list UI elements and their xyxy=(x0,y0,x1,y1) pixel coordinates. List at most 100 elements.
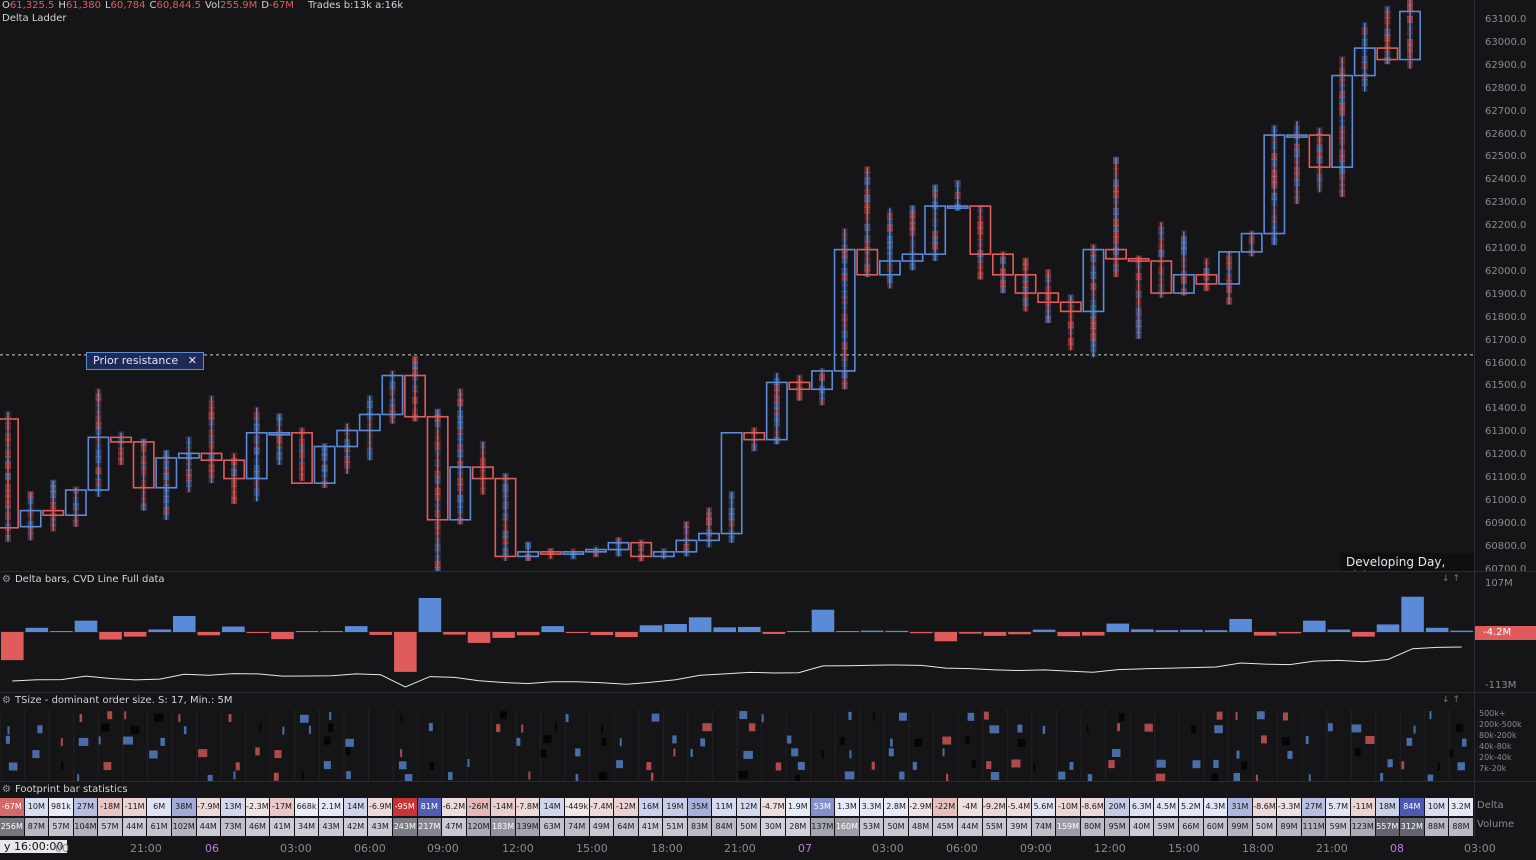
candle[interactable] xyxy=(630,538,653,562)
panel-collapse-icon[interactable]: ↓ ↑ xyxy=(1442,695,1460,705)
candle[interactable] xyxy=(698,507,720,548)
delta-bars-chart xyxy=(0,596,1474,688)
panel-collapse-icon[interactable]: ↓ ↑ xyxy=(1442,574,1460,584)
indicator-name[interactable]: Delta Ladder xyxy=(2,13,67,24)
candle[interactable] xyxy=(1285,120,1308,204)
delta-panel-title: Delta bars, CVD Line Full data xyxy=(14,574,165,585)
gear-icon[interactable]: ⚙ xyxy=(2,784,11,795)
candle[interactable] xyxy=(494,472,517,562)
delta-bar xyxy=(1376,624,1400,632)
delta-panel[interactable]: ⚙ Delta bars, CVD Line Full data ↓ ↑ xyxy=(0,572,1474,692)
candle[interactable] xyxy=(471,440,494,495)
candle[interactable] xyxy=(1195,257,1218,292)
candle[interactable] xyxy=(64,486,87,527)
delta-panel-header[interactable]: ⚙ Delta bars, CVD Line Full data xyxy=(2,574,165,585)
candle[interactable] xyxy=(0,410,19,542)
price-tick: 62900.0 xyxy=(1485,59,1527,71)
time-tick: 18:00 xyxy=(651,842,683,855)
candle[interactable] xyxy=(110,431,133,466)
candle[interactable] xyxy=(946,179,969,211)
candle[interactable] xyxy=(200,395,223,484)
candle[interactable] xyxy=(652,547,675,560)
stats-volume-cell: 30M xyxy=(761,818,786,836)
tsize-mark xyxy=(282,726,285,735)
candle[interactable] xyxy=(449,388,472,525)
candle[interactable] xyxy=(539,547,562,560)
footprint-stats-panel[interactable]: ⚙ Footprint bar statistics -67M 10M 981k 27… xyxy=(0,782,1474,838)
candle[interactable] xyxy=(426,408,449,571)
candle[interactable] xyxy=(290,427,313,484)
tsize-mark xyxy=(700,738,706,747)
candle[interactable] xyxy=(788,374,811,401)
candlestick-chart[interactable] xyxy=(0,0,1474,571)
candle[interactable] xyxy=(1059,294,1082,351)
candle[interactable] xyxy=(19,491,42,541)
candle[interactable] xyxy=(675,520,698,557)
candle[interactable] xyxy=(1105,156,1128,278)
candle[interactable] xyxy=(42,479,65,532)
candle[interactable] xyxy=(132,438,155,511)
close-icon[interactable]: ✕ xyxy=(188,354,197,367)
stats-volume-cell: 45M xyxy=(933,818,958,836)
candle[interactable] xyxy=(1263,124,1286,246)
candle[interactable] xyxy=(584,545,607,558)
candle[interactable] xyxy=(381,369,404,424)
tsize-mark xyxy=(986,761,992,770)
candle[interactable] xyxy=(720,431,743,543)
candle[interactable] xyxy=(245,406,268,502)
candle[interactable] xyxy=(991,250,1014,294)
gear-icon[interactable]: ⚙ xyxy=(2,574,11,585)
candle[interactable] xyxy=(1037,269,1060,323)
candle[interactable] xyxy=(268,413,291,466)
candle[interactable] xyxy=(1172,230,1195,296)
stats-volume-cell: 104M xyxy=(73,818,99,836)
candle[interactable] xyxy=(833,227,856,390)
candle[interactable] xyxy=(969,204,992,280)
candle[interactable] xyxy=(313,442,336,489)
candle[interactable] xyxy=(1376,5,1399,65)
time-tick: 08 xyxy=(1390,842,1404,855)
candle[interactable] xyxy=(1127,255,1150,339)
candle[interactable] xyxy=(87,388,110,498)
candle[interactable] xyxy=(517,541,540,561)
candle[interactable] xyxy=(1218,250,1241,305)
candle[interactable] xyxy=(878,207,901,289)
candle[interactable] xyxy=(856,166,879,278)
price-axis[interactable]: 63100.0 63000.0 62900.0 62800.0 62700.0 62600… xyxy=(1474,0,1536,575)
candle[interactable] xyxy=(901,204,924,271)
tsize-mark xyxy=(1462,738,1467,747)
tsize-mark xyxy=(124,711,127,720)
candle[interactable] xyxy=(223,452,246,504)
candle[interactable] xyxy=(1014,257,1037,312)
candle[interactable] xyxy=(155,449,178,520)
candle[interactable] xyxy=(562,547,585,560)
candle[interactable] xyxy=(743,427,766,452)
candle[interactable] xyxy=(177,436,200,493)
candle[interactable] xyxy=(358,395,381,461)
gear-icon[interactable]: ⚙ xyxy=(2,695,11,706)
candle[interactable] xyxy=(1399,0,1421,69)
candle[interactable] xyxy=(1331,56,1354,198)
candle[interactable] xyxy=(336,422,359,475)
candle[interactable] xyxy=(1150,221,1173,298)
candle[interactable] xyxy=(1353,21,1376,92)
candle[interactable] xyxy=(924,184,947,262)
footprint-cell xyxy=(932,184,939,192)
time-axis[interactable]: y 16:00:00 00 21:00 06 03:00 06:00 09:00 12:00 1… xyxy=(0,838,1536,860)
tsize-panel[interactable]: ⚙ TSize - dominant order size. S: 17, Mi… xyxy=(0,693,1474,781)
stats-labels: Delta Volume xyxy=(1474,782,1536,838)
main-chart-panel[interactable]: O61,325.5 H61,380 L60,784 C60,844.5 Vol255.9… xyxy=(0,0,1474,585)
stats-panel-header[interactable]: ⚙ Footprint bar statistics xyxy=(2,784,128,795)
tsize-panel-header[interactable]: ⚙ TSize - dominant order size. S: 17, Mi… xyxy=(2,695,233,706)
candle[interactable] xyxy=(404,356,427,422)
candle[interactable] xyxy=(1308,127,1331,193)
candle[interactable] xyxy=(811,367,834,406)
prior-resistance-label[interactable]: Prior resistance ✕ xyxy=(86,352,204,370)
candle[interactable] xyxy=(1082,243,1105,358)
candle[interactable] xyxy=(765,372,788,445)
stats-volume-cell: 74M xyxy=(564,818,590,836)
candle[interactable] xyxy=(1240,230,1263,257)
candle[interactable] xyxy=(607,537,630,557)
delta-axis[interactable]: 107M -4.2M -113M xyxy=(1474,572,1536,692)
stats-volume-cell: 256M xyxy=(0,818,25,836)
